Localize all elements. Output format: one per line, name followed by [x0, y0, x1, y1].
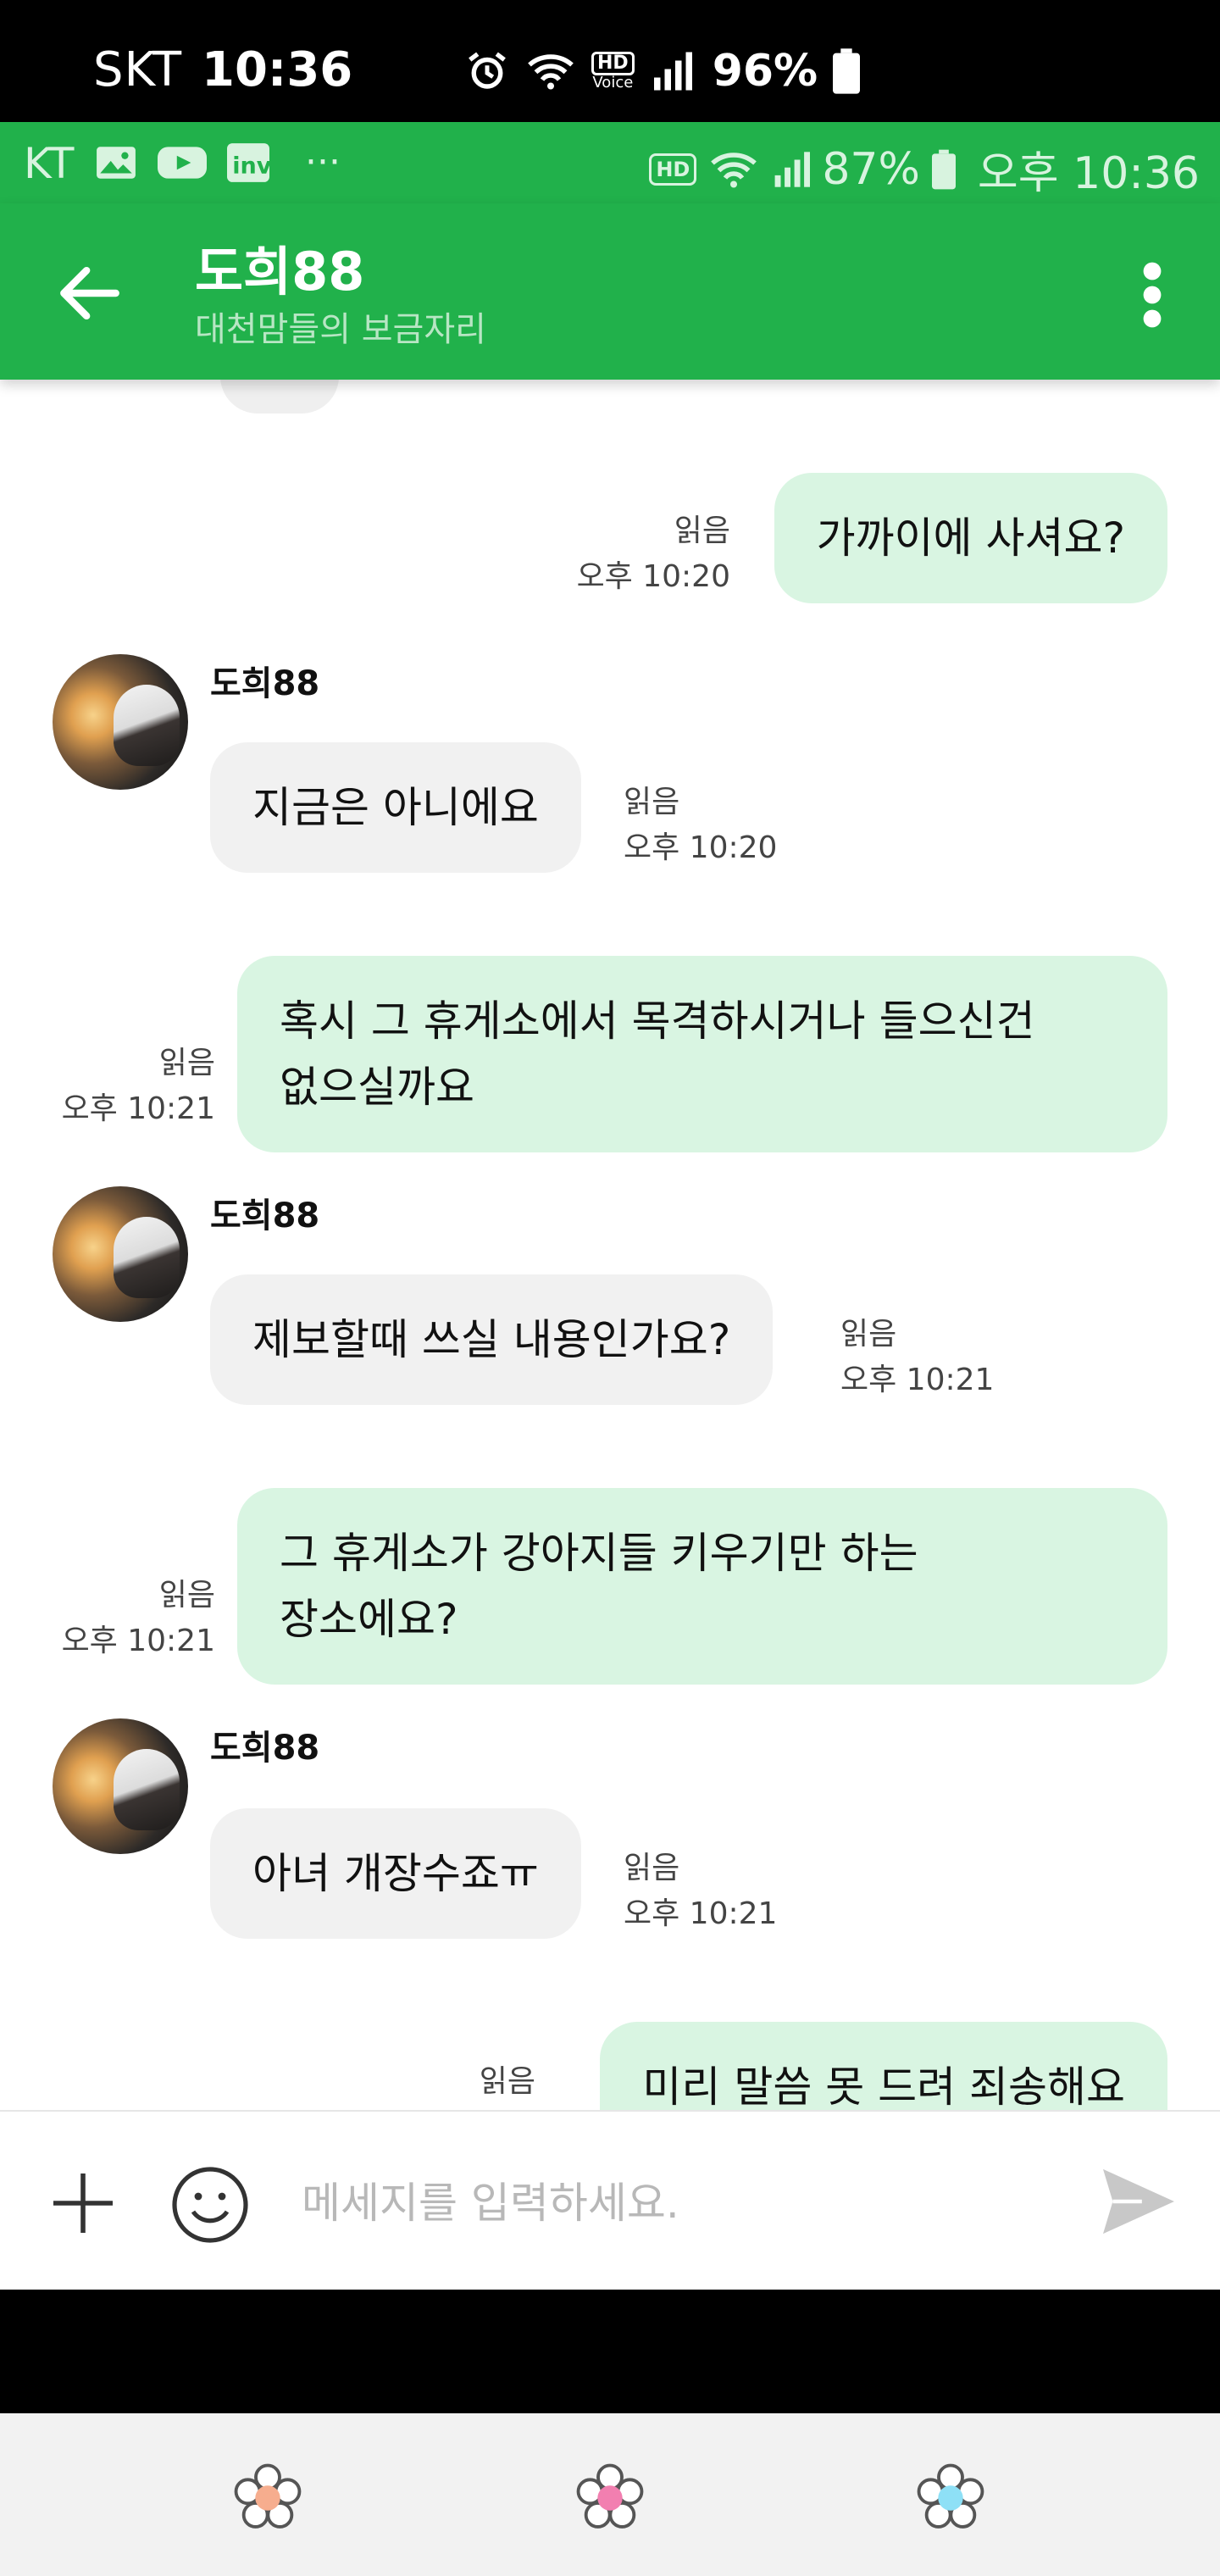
message-meta: 읽음: [480, 2059, 535, 2105]
avatar[interactable]: [53, 1718, 188, 1854]
inner-battery-text: 87%: [822, 143, 920, 195]
message-meta: 읽음 오후 10:21: [840, 1312, 994, 1403]
outgoing-message-bubble[interactable]: 혹시 그 휴게소에서 목격하시거나 들으신건 없으실까요: [237, 956, 1167, 1152]
incoming-message-bubble[interactable]: 제보할때 쓰실 내용인가요?: [210, 1274, 774, 1405]
message-text: 아녀 개장수죠ㅠ: [252, 1849, 539, 1898]
read-status: 읽음: [624, 1851, 680, 1885]
signal-icon: [653, 52, 692, 91]
svg-text:inv: inv: [232, 153, 269, 179]
sender-name: 도희88: [210, 664, 320, 703]
sender-name: 도희88: [210, 1196, 320, 1235]
alarm-icon: [469, 52, 506, 89]
more-notifications: ···: [305, 141, 341, 184]
outgoing-message-bubble[interactable]: 가까이에 사셔요?: [774, 473, 1167, 603]
message-text-line-1: 혹시 그 휴게소에서 목격하시거나 들으신건: [280, 997, 1035, 1046]
message-input[interactable]: [302, 2162, 1064, 2244]
outer-status-icons: HD Voice 96%: [464, 44, 861, 98]
avatar[interactable]: [53, 1186, 188, 1322]
message-text: 가까이에 사셔요?: [816, 514, 1125, 563]
incoming-message-bubble[interactable]: 지금은 아니에요: [210, 742, 581, 873]
message-time: 오후 10:21: [61, 1091, 215, 1126]
message-meta: 읽음 오후 10:20: [577, 508, 730, 600]
message-text-line-2: 없으실까요: [280, 1063, 474, 1112]
message-meta: 읽음 오후 10:21: [62, 1041, 215, 1132]
incoming-message-bubble[interactable]: 아녀 개장수죠ㅠ: [210, 1808, 581, 1939]
read-status: 읽음: [158, 1046, 215, 1080]
message-input-bar: [0, 2110, 1220, 2290]
inner-hd-icon: HD: [649, 153, 697, 186]
voice-label: Voice: [592, 74, 634, 92]
message-text: 제보할때 쓰실 내용인가요?: [252, 1315, 731, 1364]
inner-status-right: HD 87% 오후 10:36: [649, 137, 1200, 201]
youtube-icon: [158, 146, 207, 179]
read-status: 읽음: [158, 1578, 215, 1613]
outgoing-message-bubble[interactable]: 그 휴게소가 강아지들 키우기만 하는 장소에요?: [237, 1488, 1167, 1685]
avatar[interactable]: [53, 654, 188, 790]
outer-carrier: SKT: [93, 42, 183, 97]
previous-message-bubble: [220, 380, 339, 414]
gallery-icon: [97, 146, 136, 179]
wifi-icon: [528, 54, 574, 90]
chat-app-bar: 도희88 대천맘들의 보금자리: [0, 203, 1220, 380]
hd-label: HD: [591, 52, 635, 75]
message-time: 오후 10:21: [624, 1896, 778, 1931]
chat-messages[interactable]: 가까이에 사셔요? 읽음 오후 10:20 도희88 지금은 아니에요 읽음 오…: [0, 380, 1220, 2110]
inven-app-icon: inv: [227, 142, 269, 182]
flower-orange-icon[interactable]: [232, 2462, 303, 2534]
sender-name: 도희88: [210, 1729, 320, 1768]
outer-battery-text: 96%: [712, 46, 818, 97]
send-icon[interactable]: [1098, 2166, 1179, 2237]
outer-clock: 10:36: [202, 42, 353, 97]
flower-pink-icon[interactable]: [574, 2462, 646, 2534]
message-time: 오후 10:20: [576, 559, 730, 594]
read-status: 읽음: [479, 2064, 535, 2099]
chat-title: 도희88: [195, 241, 365, 303]
message-time: 오후 10:21: [61, 1624, 215, 1658]
keyboard-gap: [0, 2290, 1220, 2413]
hd-voice-icon: HD Voice: [591, 52, 635, 91]
message-text: 미리 말씀 못 드려 죄송해요: [642, 2062, 1125, 2110]
message-time: 오후 10:20: [624, 830, 778, 865]
message-time: 오후 10:21: [840, 1363, 995, 1397]
back-arrow-icon[interactable]: [51, 254, 129, 332]
flower-blue-icon[interactable]: [915, 2462, 986, 2534]
inner-status-bar: KT inv ··· HD 87% 오후 10:36: [0, 122, 1220, 203]
battery-icon: [833, 48, 861, 94]
inner-signal-icon: [774, 151, 811, 187]
message-meta: 읽음 오후 10:20: [624, 780, 777, 871]
message-meta: 읽음 오후 10:21: [624, 1846, 777, 1937]
message-text-line-2: 장소에요?: [280, 1595, 458, 1644]
plus-icon[interactable]: [47, 2168, 119, 2239]
read-status: 읽음: [840, 1317, 897, 1352]
inner-clock: 오후 10:36: [977, 148, 1200, 199]
inner-carrier: KT: [24, 139, 75, 188]
outgoing-message-bubble[interactable]: 미리 말씀 못 드려 죄송해요: [600, 2022, 1167, 2110]
message-text: 지금은 아니에요: [252, 783, 539, 832]
inner-wifi-icon: [711, 152, 757, 187]
message-meta: 읽음 오후 10:21: [62, 1573, 215, 1664]
inner-battery-icon: [931, 149, 956, 189]
bottom-navigation: [0, 2413, 1220, 2576]
read-status: 읽음: [624, 785, 680, 819]
notification-icons: inv ···: [95, 141, 341, 184]
chat-subtitle: 대천맘들의 보금자리: [195, 310, 486, 349]
outer-status-bar: SKT 10:36 HD Voice 96%: [0, 0, 1220, 122]
message-text-line-1: 그 휴게소가 강아지들 키우기만 하는: [280, 1529, 918, 1578]
emoji-icon[interactable]: [169, 2164, 251, 2246]
more-vertical-icon[interactable]: [1132, 254, 1173, 336]
read-status: 읽음: [674, 514, 730, 548]
